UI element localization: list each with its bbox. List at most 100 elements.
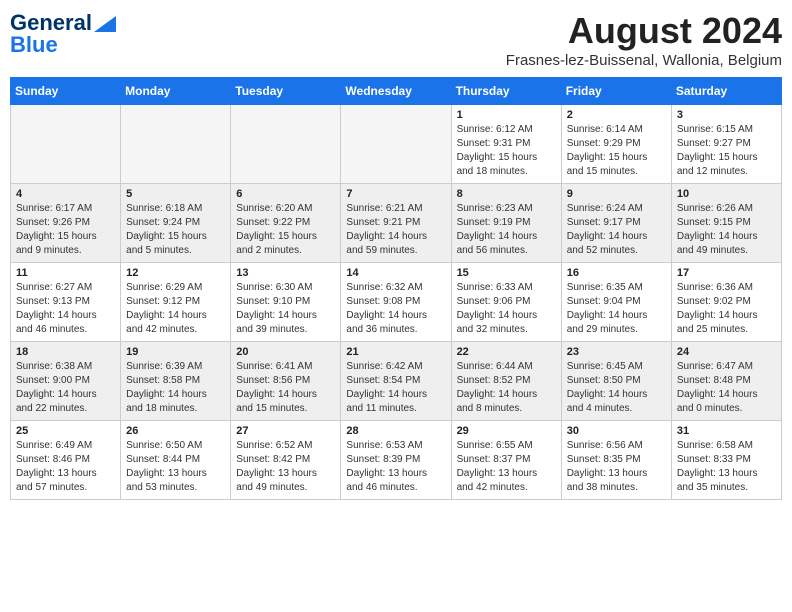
calendar-cell: 25 Sunrise: 6:49 AMSunset: 8:46 PMDayligh… <box>11 421 121 500</box>
day-info: Sunrise: 6:15 AMSunset: 9:27 PMDaylight:… <box>677 123 776 179</box>
day-number: 4 <box>16 188 115 200</box>
day-info: Sunrise: 6:14 AMSunset: 9:29 PMDaylight:… <box>567 123 666 179</box>
day-info: Sunrise: 6:50 AMSunset: 8:44 PMDaylight:… <box>126 439 225 495</box>
day-number: 24 <box>677 346 776 358</box>
day-info: Sunrise: 6:23 AMSunset: 9:19 PMDaylight:… <box>457 202 556 258</box>
day-info: Sunrise: 6:42 AMSunset: 8:54 PMDaylight:… <box>346 360 445 416</box>
calendar-cell: 11Sunrise: 6:27 AMSunset: 9:13 PMDayligh… <box>11 263 121 342</box>
calendar-cell: 26 Sunrise: 6:50 AMSunset: 8:44 PMDayligh… <box>121 421 231 500</box>
day-number: 29 <box>457 425 556 437</box>
day-info: Sunrise: 6:30 AMSunset: 9:10 PMDaylight:… <box>236 281 335 337</box>
day-number: 5 <box>126 188 225 200</box>
calendar-cell: 30 Sunrise: 6:56 AMSunset: 8:35 PMDayligh… <box>561 421 671 500</box>
calendar-cell: 21 Sunrise: 6:42 AMSunset: 8:54 PMDayligh… <box>341 342 451 421</box>
calendar-cell: 12Sunrise: 6:29 AMSunset: 9:12 PMDayligh… <box>121 263 231 342</box>
calendar-table: SundayMondayTuesdayWednesdayThursdayFrid… <box>10 77 782 500</box>
day-info: Sunrise: 6:55 AMSunset: 8:37 PMDaylight:… <box>457 439 556 495</box>
day-info: Sunrise: 6:12 AMSunset: 9:31 PMDaylight:… <box>457 123 556 179</box>
day-number: 28 <box>346 425 445 437</box>
day-number: 8 <box>457 188 556 200</box>
calendar-week-1: 1 Sunrise: 6:12 AMSunset: 9:31 PMDaylight… <box>11 105 782 184</box>
header-thursday: Thursday <box>451 78 561 105</box>
day-number: 6 <box>236 188 335 200</box>
calendar-cell: 5 Sunrise: 6:18 AMSunset: 9:24 PMDaylight… <box>121 184 231 263</box>
calendar-week-5: 25 Sunrise: 6:49 AMSunset: 8:46 PMDayligh… <box>11 421 782 500</box>
day-info: Sunrise: 6:49 AMSunset: 8:46 PMDaylight:… <box>16 439 115 495</box>
day-info: Sunrise: 6:47 AMSunset: 8:48 PMDaylight:… <box>677 360 776 416</box>
calendar-cell: 29 Sunrise: 6:55 AMSunset: 8:37 PMDayligh… <box>451 421 561 500</box>
day-number: 7 <box>346 188 445 200</box>
day-number: 21 <box>346 346 445 358</box>
day-info: Sunrise: 6:53 AMSunset: 8:39 PMDaylight:… <box>346 439 445 495</box>
calendar-header-row: SundayMondayTuesdayWednesdayThursdayFrid… <box>11 78 782 105</box>
day-number: 20 <box>236 346 335 358</box>
month-title: August 2024 <box>506 10 782 52</box>
calendar-cell: 13 Sunrise: 6:30 AMSunset: 9:10 PMDayligh… <box>231 263 341 342</box>
calendar-cell: 2 Sunrise: 6:14 AMSunset: 9:29 PMDaylight… <box>561 105 671 184</box>
day-number: 18 <box>16 346 115 358</box>
header-saturday: Saturday <box>671 78 781 105</box>
logo: General Blue <box>10 10 116 58</box>
day-info: Sunrise: 6:58 AMSunset: 8:33 PMDaylight:… <box>677 439 776 495</box>
logo-icon <box>94 16 116 32</box>
logo-blue: Blue <box>10 32 58 58</box>
calendar-cell: 9Sunrise: 6:24 AMSunset: 9:17 PMDaylight… <box>561 184 671 263</box>
calendar-cell: 31Sunrise: 6:58 AMSunset: 8:33 PMDayligh… <box>671 421 781 500</box>
calendar-cell: 22Sunrise: 6:44 AMSunset: 8:52 PMDayligh… <box>451 342 561 421</box>
calendar-cell: 16Sunrise: 6:35 AMSunset: 9:04 PMDayligh… <box>561 263 671 342</box>
header-tuesday: Tuesday <box>231 78 341 105</box>
day-number: 14 <box>346 267 445 279</box>
calendar-cell: 7 Sunrise: 6:21 AMSunset: 9:21 PMDaylight… <box>341 184 451 263</box>
day-info: Sunrise: 6:32 AMSunset: 9:08 PMDaylight:… <box>346 281 445 337</box>
calendar-cell: 3Sunrise: 6:15 AMSunset: 9:27 PMDaylight… <box>671 105 781 184</box>
day-number: 16 <box>567 267 666 279</box>
calendar-cell <box>11 105 121 184</box>
day-info: Sunrise: 6:17 AMSunset: 9:26 PMDaylight:… <box>16 202 115 258</box>
day-number: 19 <box>126 346 225 358</box>
day-number: 1 <box>457 109 556 121</box>
location: Frasnes-lez-Buissenal, Wallonia, Belgium <box>506 52 782 69</box>
calendar-week-3: 11Sunrise: 6:27 AMSunset: 9:13 PMDayligh… <box>11 263 782 342</box>
day-info: Sunrise: 6:33 AMSunset: 9:06 PMDaylight:… <box>457 281 556 337</box>
header-friday: Friday <box>561 78 671 105</box>
day-number: 25 <box>16 425 115 437</box>
day-number: 30 <box>567 425 666 437</box>
calendar-cell: 24 Sunrise: 6:47 AMSunset: 8:48 PMDayligh… <box>671 342 781 421</box>
day-info: Sunrise: 6:45 AMSunset: 8:50 PMDaylight:… <box>567 360 666 416</box>
calendar-cell: 17Sunrise: 6:36 AMSunset: 9:02 PMDayligh… <box>671 263 781 342</box>
calendar-cell: 23Sunrise: 6:45 AMSunset: 8:50 PMDayligh… <box>561 342 671 421</box>
day-info: Sunrise: 6:56 AMSunset: 8:35 PMDaylight:… <box>567 439 666 495</box>
day-info: Sunrise: 6:20 AMSunset: 9:22 PMDaylight:… <box>236 202 335 258</box>
day-number: 13 <box>236 267 335 279</box>
header-monday: Monday <box>121 78 231 105</box>
day-info: Sunrise: 6:38 AMSunset: 9:00 PMDaylight:… <box>16 360 115 416</box>
day-number: 2 <box>567 109 666 121</box>
day-number: 26 <box>126 425 225 437</box>
day-info: Sunrise: 6:39 AMSunset: 8:58 PMDaylight:… <box>126 360 225 416</box>
calendar-cell: 10 Sunrise: 6:26 AMSunset: 9:15 PMDayligh… <box>671 184 781 263</box>
calendar-week-2: 4 Sunrise: 6:17 AMSunset: 9:26 PMDaylight… <box>11 184 782 263</box>
day-info: Sunrise: 6:26 AMSunset: 9:15 PMDaylight:… <box>677 202 776 258</box>
day-info: Sunrise: 6:21 AMSunset: 9:21 PMDaylight:… <box>346 202 445 258</box>
day-info: Sunrise: 6:18 AMSunset: 9:24 PMDaylight:… <box>126 202 225 258</box>
day-info: Sunrise: 6:36 AMSunset: 9:02 PMDaylight:… <box>677 281 776 337</box>
calendar-cell: 4 Sunrise: 6:17 AMSunset: 9:26 PMDaylight… <box>11 184 121 263</box>
header-sunday: Sunday <box>11 78 121 105</box>
calendar-week-4: 18 Sunrise: 6:38 AMSunset: 9:00 PMDayligh… <box>11 342 782 421</box>
day-number: 22 <box>457 346 556 358</box>
calendar-cell: 14 Sunrise: 6:32 AMSunset: 9:08 PMDayligh… <box>341 263 451 342</box>
day-info: Sunrise: 6:24 AMSunset: 9:17 PMDaylight:… <box>567 202 666 258</box>
header-wednesday: Wednesday <box>341 78 451 105</box>
calendar-cell: 8 Sunrise: 6:23 AMSunset: 9:19 PMDaylight… <box>451 184 561 263</box>
day-number: 10 <box>677 188 776 200</box>
calendar-cell: 15Sunrise: 6:33 AMSunset: 9:06 PMDayligh… <box>451 263 561 342</box>
calendar-cell <box>341 105 451 184</box>
calendar-cell: 1 Sunrise: 6:12 AMSunset: 9:31 PMDaylight… <box>451 105 561 184</box>
calendar-cell: 6 Sunrise: 6:20 AMSunset: 9:22 PMDaylight… <box>231 184 341 263</box>
day-number: 27 <box>236 425 335 437</box>
calendar-cell <box>121 105 231 184</box>
day-number: 11 <box>16 267 115 279</box>
day-info: Sunrise: 6:29 AMSunset: 9:12 PMDaylight:… <box>126 281 225 337</box>
day-info: Sunrise: 6:52 AMSunset: 8:42 PMDaylight:… <box>236 439 335 495</box>
calendar-cell <box>231 105 341 184</box>
